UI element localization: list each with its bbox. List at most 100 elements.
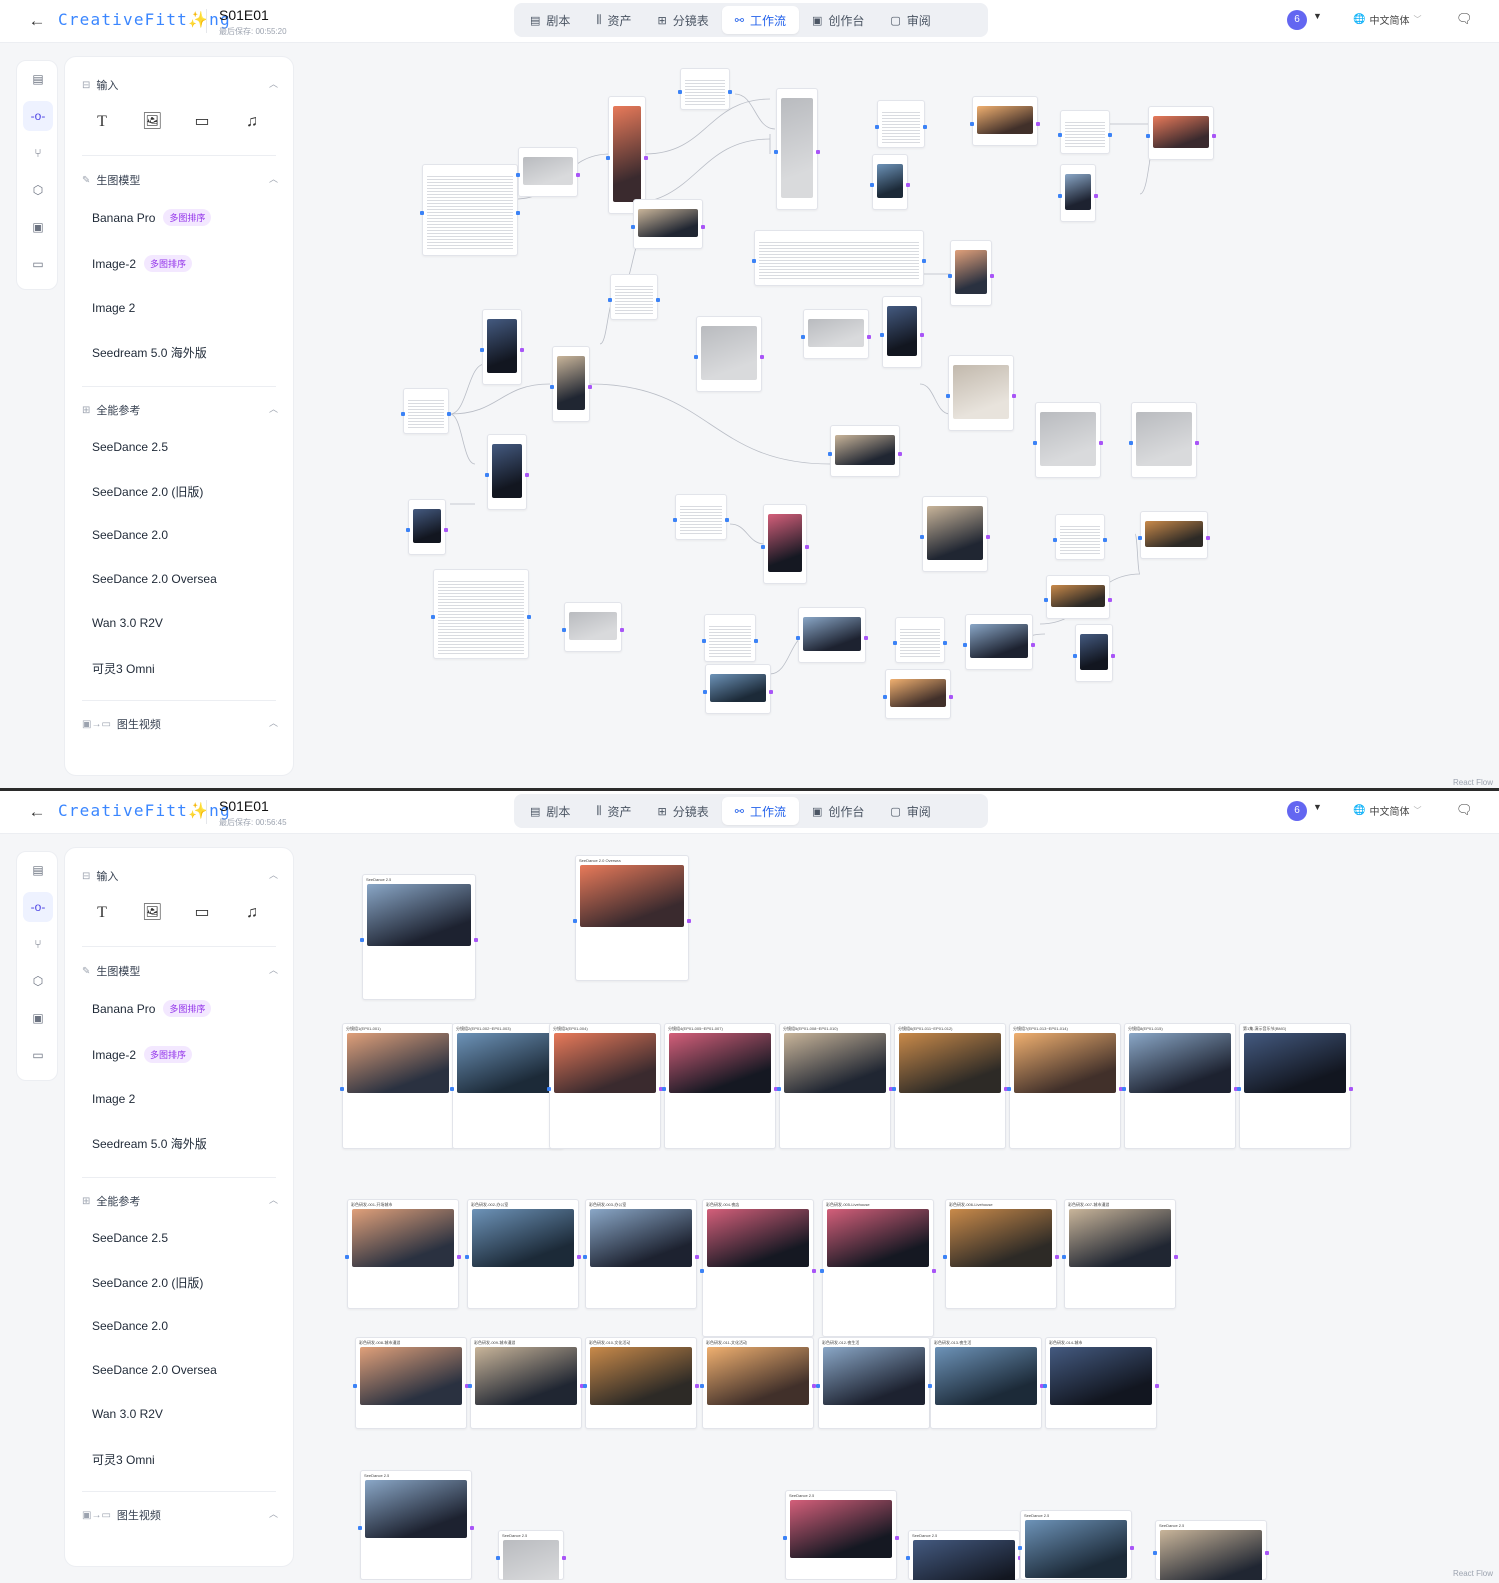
workflow-node[interactable]	[431, 569, 531, 659]
output-port[interactable]	[922, 259, 926, 263]
input-port[interactable]	[893, 641, 897, 645]
input-port[interactable]	[946, 394, 950, 398]
avatar[interactable]: 6	[1287, 801, 1307, 821]
edge[interactable]	[589, 383, 831, 465]
input-port[interactable]	[431, 615, 435, 619]
output-port[interactable]	[1206, 536, 1210, 540]
section-input-header[interactable]: ⊟ 输入 ︿	[82, 868, 278, 884]
workflow-node[interactable]	[1129, 402, 1199, 478]
input-port[interactable]	[1058, 133, 1062, 137]
output-port[interactable]	[943, 641, 947, 645]
workflow-node[interactable]	[420, 164, 520, 256]
app-logo[interactable]: CreativeFitt✨ng	[58, 801, 231, 820]
edge[interactable]	[449, 413, 476, 465]
input-port[interactable]	[700, 1269, 704, 1273]
input-port[interactable]	[816, 1384, 820, 1388]
reference-model-item[interactable]: 可灵3 Omni	[92, 1451, 155, 1468]
input-port[interactable]	[1129, 441, 1133, 445]
chevron-up-icon[interactable]: ︿	[269, 172, 278, 185]
input-port[interactable]	[1043, 1384, 1047, 1388]
workflow-node[interactable]	[948, 240, 994, 306]
workflow-node[interactable]	[880, 296, 924, 368]
storyboard-group-node[interactable]: 分镜组8(EP01-015)	[1122, 1023, 1238, 1149]
output-port[interactable]	[576, 173, 580, 177]
image-model-item[interactable]: Banana Pro 多图排序	[92, 1000, 212, 1017]
input-port[interactable]	[465, 1255, 469, 1259]
output-port[interactable]	[864, 636, 868, 640]
image-model-item[interactable]: Banana Pro 多图排序	[92, 209, 212, 226]
output-port[interactable]	[644, 156, 648, 160]
reference-model-item[interactable]: SeeDance 2.0 Oversea	[92, 572, 217, 586]
input-port[interactable]	[353, 1384, 357, 1388]
output-port[interactable]	[470, 1526, 474, 1530]
tab-studio[interactable]: ▣ 创作台	[799, 797, 877, 825]
output-port[interactable]	[1108, 133, 1112, 137]
cube-icon[interactable]: ⬡	[23, 175, 53, 205]
video-node[interactable]: SeeDance 2.5	[783, 1490, 899, 1580]
react-flow-attribution[interactable]: React Flow	[1453, 778, 1493, 787]
archive-icon[interactable]: ▭	[23, 249, 53, 279]
workflow-node[interactable]	[970, 96, 1040, 146]
avatar[interactable]: 6	[1287, 10, 1307, 30]
output-port[interactable]	[728, 90, 732, 94]
image-model-item[interactable]: Image 2	[92, 301, 135, 315]
output-port[interactable]	[895, 1536, 899, 1540]
output-port[interactable]	[898, 452, 902, 456]
workflow-node[interactable]	[1138, 511, 1210, 559]
workflow-node[interactable]	[1058, 110, 1112, 154]
workflow-node[interactable]	[761, 504, 809, 584]
output-port[interactable]	[1036, 122, 1040, 126]
chevron-up-icon[interactable]: ︿	[269, 1193, 278, 1206]
workflow-node[interactable]	[870, 154, 910, 210]
output-port[interactable]	[474, 938, 478, 942]
workflow-node[interactable]	[946, 355, 1016, 431]
output-port[interactable]	[725, 518, 729, 522]
output-port[interactable]	[805, 545, 809, 549]
output-port[interactable]	[577, 1255, 581, 1259]
input-port[interactable]	[774, 150, 778, 154]
image-model-item[interactable]: Image 2	[92, 1092, 135, 1106]
input-port[interactable]	[928, 1384, 932, 1388]
section-img2video-header[interactable]: ▣→▭ 图生视频 ︿	[82, 716, 278, 732]
color-test-node[interactable]: 彩色研发-008-城市漫游	[353, 1337, 469, 1429]
input-port[interactable]	[358, 1526, 362, 1530]
reference-model-item[interactable]: SeeDance 2.0	[92, 1319, 168, 1333]
color-test-node[interactable]: 彩色研发-012-夜生活	[816, 1337, 932, 1429]
output-port[interactable]	[1111, 654, 1115, 658]
workflow-node[interactable]	[828, 425, 902, 477]
workflow-node[interactable]	[406, 499, 448, 555]
output-port[interactable]	[447, 412, 451, 416]
input-port[interactable]	[906, 1556, 910, 1560]
workflow-panel-icon[interactable]: -o-	[23, 892, 53, 922]
storyboard-group-node[interactable]: 分镜组3(EP01-004)	[547, 1023, 663, 1149]
language-select[interactable]: 🌐 中文简体 ﹀	[1353, 12, 1421, 27]
edge[interactable]	[624, 138, 771, 205]
input-port[interactable]	[662, 1087, 666, 1091]
script-panel-icon[interactable]: ▤	[23, 64, 53, 94]
image-icon[interactable]: 🖼	[142, 112, 162, 132]
output-port[interactable]	[1103, 538, 1107, 542]
input-port[interactable]	[948, 274, 952, 278]
workflow-node[interactable]	[796, 607, 868, 663]
output-port[interactable]	[695, 1384, 699, 1388]
section-image-models-header[interactable]: ✎ 生图模型 ︿	[82, 172, 278, 188]
storyboard-group-node[interactable]: 分镜组6(EP01-011~EP01-012)	[892, 1023, 1008, 1149]
chevron-up-icon[interactable]: ︿	[269, 1507, 278, 1520]
tab-review[interactable]: ▢ 审阅	[877, 6, 943, 34]
workflow-node[interactable]	[1044, 575, 1112, 619]
edge[interactable]	[919, 383, 951, 415]
input-port[interactable]	[828, 452, 832, 456]
workflow-node[interactable]	[1058, 164, 1098, 222]
storyboard-group-node[interactable]: 分镜组2(EP01-002~EP01-003)	[450, 1023, 566, 1149]
video-node[interactable]: SeeDance 2.5	[496, 1530, 566, 1580]
branch-icon[interactable]: ⑂	[23, 138, 53, 168]
input-port[interactable]	[1122, 1087, 1126, 1091]
input-port[interactable]	[583, 1255, 587, 1259]
input-port[interactable]	[694, 355, 698, 359]
workflow-node[interactable]	[608, 274, 660, 320]
output-port[interactable]	[949, 695, 953, 699]
output-port[interactable]	[516, 211, 520, 215]
reference-model-item[interactable]: Wan 3.0 R2V	[92, 1407, 163, 1421]
script-panel-icon[interactable]: ▤	[23, 855, 53, 885]
workflow-canvas[interactable]	[300, 44, 1499, 789]
